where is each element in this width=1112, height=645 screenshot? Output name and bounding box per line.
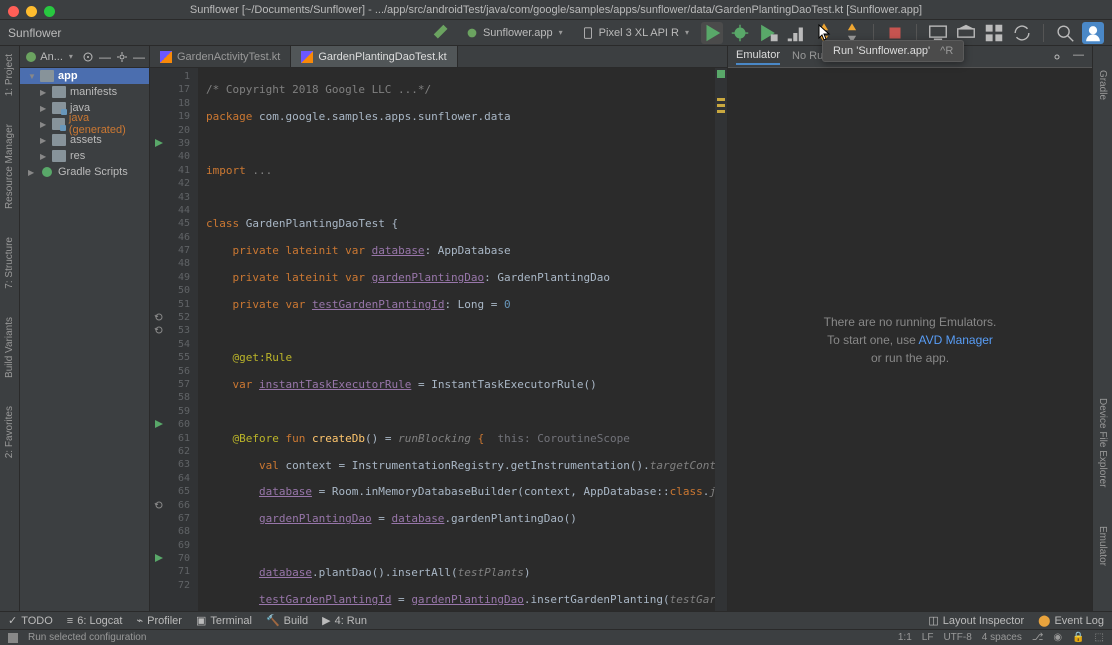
- gear-icon[interactable]: [1049, 49, 1065, 65]
- resource-manager-icon[interactable]: [983, 22, 1005, 44]
- build-tool-button[interactable]: 🔨 Build: [266, 614, 308, 627]
- status-message: Run selected configuration: [28, 632, 146, 643]
- indent-setting[interactable]: 4 spaces: [982, 632, 1022, 643]
- avd-manager-link[interactable]: AVD Manager: [918, 333, 992, 347]
- gutter[interactable]: 117181920 39 40414243444546 4748495051 5…: [150, 68, 198, 611]
- file-encoding[interactable]: UTF-8: [943, 632, 971, 643]
- window-title: Sunflower [~/Documents/Sunflower] - .../…: [0, 0, 1112, 20]
- project-tree: An...▾ — — ▼app ▶manifests ▶java ▶java (…: [20, 46, 150, 611]
- tree-root-app[interactable]: ▼app: [20, 68, 149, 84]
- emulator-empty-msg3: or run the app.: [871, 351, 949, 365]
- tree-gradle-scripts[interactable]: ▶Gradle Scripts: [20, 164, 149, 180]
- run-gutter-icon[interactable]: [154, 419, 164, 429]
- project-view-selector[interactable]: An...: [40, 51, 63, 63]
- run-tooltip: Run 'Sunflower.app'^R: [822, 40, 964, 62]
- collapse-icon[interactable]: —: [99, 50, 111, 64]
- git-branch-icon[interactable]: ⎇: [1032, 632, 1044, 643]
- search-icon[interactable]: [1054, 22, 1076, 44]
- gradle-tool-button[interactable]: Gradle: [1097, 66, 1108, 104]
- status-bar: Run selected configuration 1:1 LF UTF-8 …: [0, 629, 1112, 645]
- code-content[interactable]: /* Copyright 2018 Google LLC ...*/ packa…: [198, 68, 715, 611]
- resource-manager-tool-button[interactable]: Resource Manager: [4, 120, 15, 213]
- line-ending[interactable]: LF: [922, 632, 934, 643]
- memory-indicator-icon[interactable]: ⬚: [1095, 632, 1104, 643]
- emulator-panel: Emulator No Runni — There are no running…: [727, 46, 1092, 611]
- layout-inspector-button[interactable]: ◫ Layout Inspector: [928, 614, 1024, 627]
- bottom-tool-bar: ✓ TODO ≡ 6: Logcat ⌁ Profiler ▣ Terminal…: [0, 611, 1112, 629]
- structure-tool-button[interactable]: 7: Structure: [4, 233, 15, 293]
- account-icon[interactable]: [1082, 22, 1104, 44]
- marker-strip[interactable]: [715, 68, 727, 611]
- tree-folder-java-gen[interactable]: ▶java (generated): [20, 116, 149, 132]
- event-log-button[interactable]: ⬤ Event Log: [1038, 614, 1104, 627]
- profile-button[interactable]: [785, 22, 807, 44]
- kotlin-file-icon: [301, 51, 313, 63]
- emulator-tool-button[interactable]: Emulator: [1097, 522, 1108, 570]
- sync-icon[interactable]: [1011, 22, 1033, 44]
- hide-icon[interactable]: —: [133, 50, 145, 64]
- lock-icon[interactable]: 🔒: [1072, 632, 1084, 643]
- editor-tab-2[interactable]: GardenPlantingDaoTest.kt: [291, 46, 457, 67]
- project-tool-button[interactable]: 1: Project: [4, 50, 15, 100]
- breadcrumb[interactable]: Sunflower: [8, 26, 61, 40]
- window-minimize-icon[interactable]: [26, 6, 37, 17]
- build-variants-tool-button[interactable]: Build Variants: [4, 313, 15, 382]
- favorites-tool-button[interactable]: 2: Favorites: [4, 402, 15, 462]
- emulator-tab[interactable]: Emulator: [736, 49, 780, 65]
- device-selector[interactable]: Pixel 3 XL API R▾: [575, 24, 695, 42]
- window-close-icon[interactable]: [8, 6, 19, 17]
- code-editor[interactable]: 117181920 39 40414243444546 4748495051 5…: [150, 68, 727, 611]
- hammer-icon[interactable]: [431, 22, 453, 44]
- target-icon[interactable]: [81, 49, 95, 65]
- emulator-empty-msg: There are no running Emulators.: [824, 315, 997, 329]
- editor-tab-1[interactable]: GardenActivityTest.kt: [150, 46, 291, 67]
- hide-icon[interactable]: —: [1073, 49, 1084, 65]
- gradle-icon: [40, 165, 54, 179]
- device-explorer-tool-button[interactable]: Device File Explorer: [1097, 394, 1108, 491]
- terminal-tool-button[interactable]: ▣ Terminal: [196, 614, 252, 627]
- profiler-tool-button[interactable]: ⌁ Profiler: [136, 614, 181, 627]
- status-indicator-icon[interactable]: [8, 633, 18, 643]
- run-gutter-icon[interactable]: [154, 553, 164, 563]
- coverage-button[interactable]: [757, 22, 779, 44]
- emulator-empty-msg2: To start one, use AVD Manager: [827, 333, 993, 347]
- run-button[interactable]: [701, 22, 723, 44]
- debug-button[interactable]: [729, 22, 751, 44]
- editor-tabs: GardenActivityTest.kt GardenPlantingDaoT…: [150, 46, 727, 68]
- recursive-gutter-icon[interactable]: [154, 312, 164, 322]
- tree-folder-res[interactable]: ▶res: [20, 148, 149, 164]
- run-gutter-icon[interactable]: [154, 138, 164, 148]
- window-zoom-icon[interactable]: [44, 6, 55, 17]
- run-config-selector[interactable]: Sunflower.app▾: [459, 24, 569, 42]
- recursive-gutter-icon[interactable]: [154, 500, 164, 510]
- kotlin-file-icon: [160, 51, 172, 63]
- right-stripe: Gradle Device File Explorer Emulator: [1092, 46, 1112, 611]
- gear-icon[interactable]: [115, 49, 129, 65]
- recursive-gutter-icon[interactable]: [154, 325, 164, 335]
- todo-tool-button[interactable]: ✓ TODO: [8, 614, 53, 627]
- inspections-icon[interactable]: ◉: [1053, 632, 1062, 643]
- logcat-tool-button[interactable]: ≡ 6: Logcat: [67, 615, 123, 627]
- left-stripe: 1: Project Resource Manager 7: Structure…: [0, 46, 20, 611]
- cursor-position[interactable]: 1:1: [898, 632, 912, 643]
- android-icon: [24, 50, 36, 64]
- tree-folder-manifests[interactable]: ▶manifests: [20, 84, 149, 100]
- run-tool-button[interactable]: ▶ 4: Run: [322, 614, 367, 627]
